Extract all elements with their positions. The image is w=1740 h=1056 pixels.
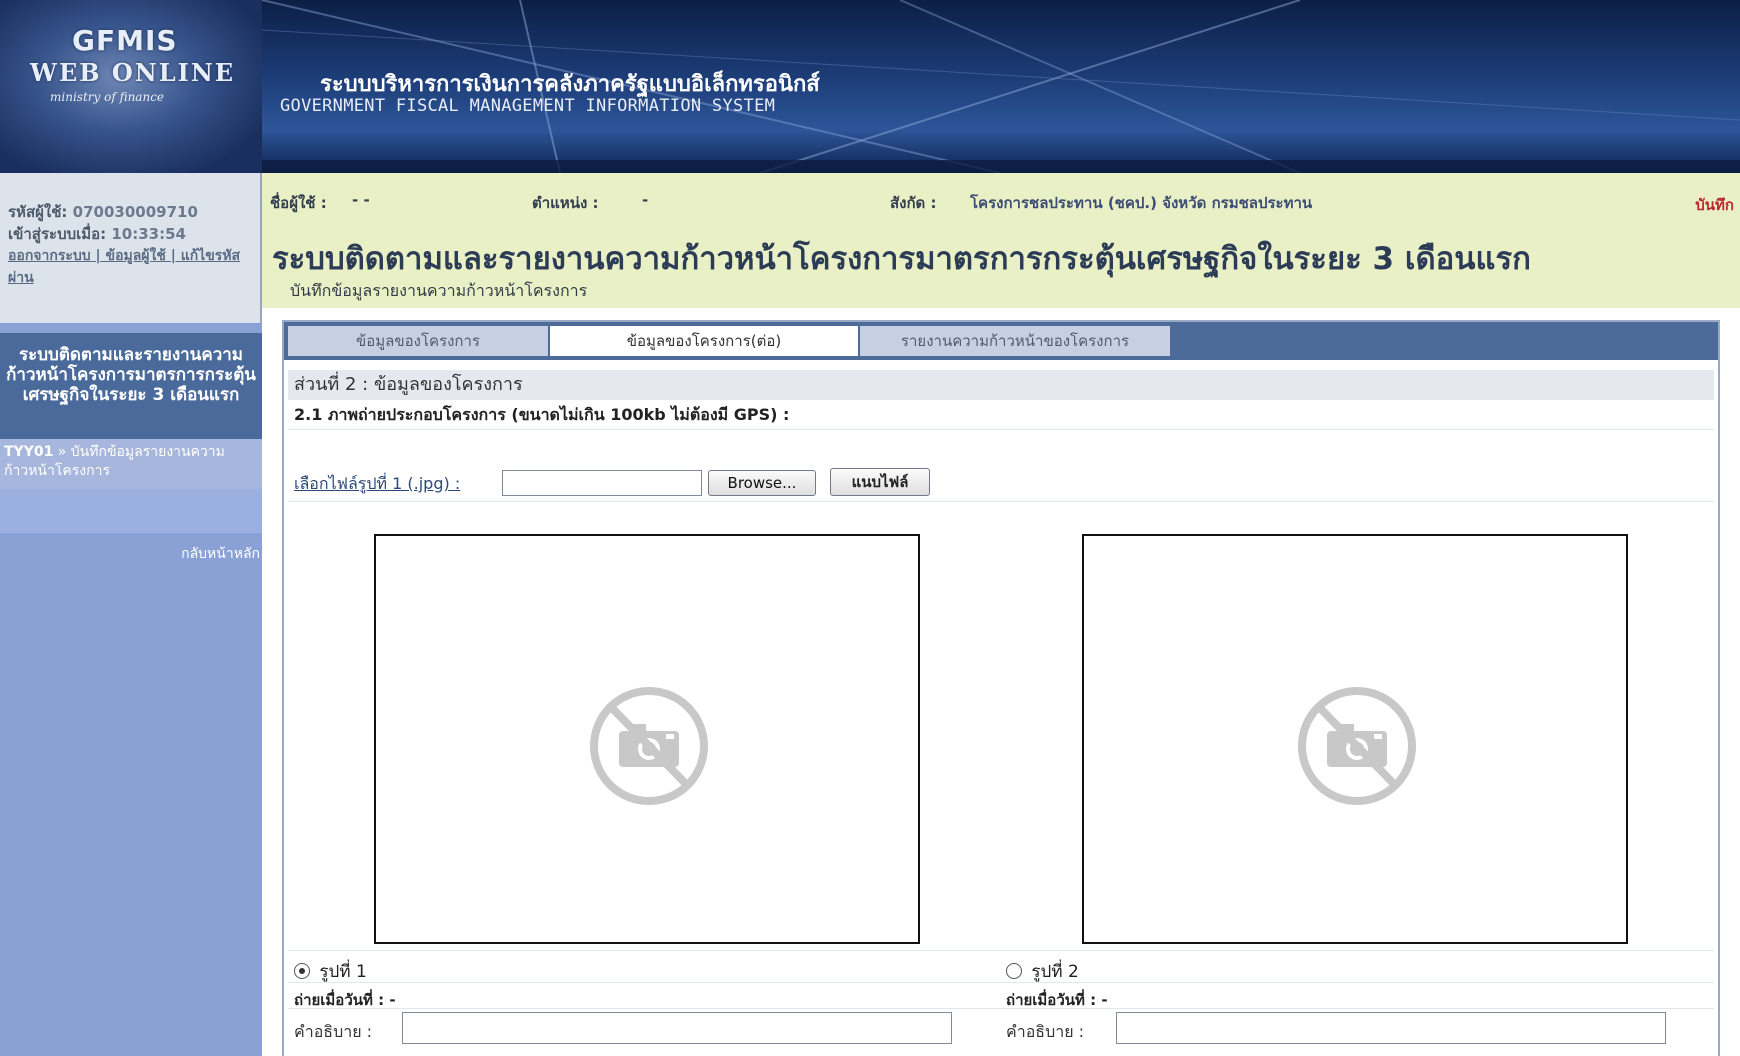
username-value: - -	[352, 191, 370, 209]
page-subtitle: บันทึกข้อมูลรายงานความก้าวหน้าโครงการ	[290, 281, 588, 300]
content-panel: ข้อมูลของโครงการ ข้อมูลของโครงการ(ต่อ) ร…	[282, 320, 1720, 1056]
section-heading: ส่วนที่ 2 : ข้อมูลของโครงการ	[288, 370, 1714, 400]
no-photo-icon	[590, 687, 708, 805]
upload-label[interactable]: เลือกไฟล์รูปที่ 1 (.jpg) :	[294, 472, 460, 497]
no-photo-icon	[1298, 687, 1416, 805]
logo-line2: WEB ONLINE	[30, 58, 236, 87]
user-id: 070030009710	[72, 203, 198, 221]
divider	[288, 950, 1714, 951]
attach-file-button[interactable]: แนบไฟล์	[830, 468, 930, 496]
section-subheading: 2.1 ภาพถ่ายประกอบโครงการ (ขนาดไม่เกิน 10…	[288, 400, 1714, 430]
page-title: ระบบติดตามและรายงานความก้าวหน้าโครงการมา…	[272, 241, 1531, 277]
user-id-row: รหัสผู้ใช้: 070030009710	[8, 201, 252, 223]
logo: GFMIS WEB ONLINE ministry of finance	[0, 0, 262, 173]
menu-code: TYY01	[4, 444, 54, 460]
header-banner: GFMIS WEB ONLINE ministry of finance ระบ…	[0, 0, 1740, 173]
dept-label: สังกัด :	[890, 194, 937, 212]
photo-2-desc-label: คำอธิบาย :	[1006, 1022, 1085, 1041]
photo-preview-1	[374, 534, 920, 944]
back-home-link[interactable]: กลับหน้าหลัก	[181, 543, 262, 565]
menu-title: ระบบติดตามและรายงานความก้าวหน้าโครงการมา…	[0, 333, 262, 439]
sidebar-item-tyy01[interactable]: TYY01 » บันทึกข้อมูลรายงานความก้าวหน้าโค…	[0, 439, 262, 489]
photo-2-description-input[interactable]	[1116, 1012, 1666, 1044]
file-input[interactable]	[502, 470, 702, 496]
page: GFMIS WEB ONLINE ministry of finance ระบ…	[0, 0, 1740, 1056]
save-link[interactable]: บันทึก	[1695, 193, 1734, 217]
tab-progress-report[interactable]: รายงานความก้าวหน้าของโครงการ	[860, 326, 1170, 356]
login-row: เข้าสู่ระบบเมื่อ: 10:33:54	[8, 223, 252, 245]
photo-2-radio-row[interactable]: รูปที่ 2	[1006, 958, 1079, 985]
divider	[288, 982, 1714, 983]
login-time: 10:33:54	[111, 225, 186, 243]
photo-preview-2	[1082, 534, 1628, 944]
menu-spacer	[0, 489, 262, 533]
photo-1-desc-label: คำอธิบาย :	[294, 1022, 373, 1041]
photo-2-radio[interactable]	[1006, 963, 1022, 979]
sidebar: รหัสผู้ใช้: 070030009710 เข้าสู่ระบบเมื่…	[0, 173, 262, 1056]
photo-1-radio-row[interactable]: รูปที่ 1	[294, 958, 367, 985]
tab-bar: ข้อมูลของโครงการ ข้อมูลของโครงการ(ต่อ) ร…	[284, 322, 1718, 360]
dept-value: โครงการชลประทาน (ชคป.) จังหวัด กรมชลประท…	[970, 194, 1313, 212]
photo-2-label: รูปที่ 2	[1031, 962, 1079, 982]
position-label: ตำแหน่ง :	[532, 194, 599, 212]
user-id-label: รหัสผู้ใช้:	[8, 203, 68, 221]
user-links-text[interactable]: ออกจากระบบ | ข้อมูลผู้ใช้ | แก้ไขรหัสผ่า…	[8, 248, 240, 286]
username-label: ชื่อผู้ใช้ :	[270, 194, 327, 212]
photo-1-radio[interactable]	[294, 963, 310, 979]
tab-project-info-cont[interactable]: ข้อมูลของโครงการ(ต่อ)	[550, 326, 858, 356]
photo-1-description-input[interactable]	[402, 1012, 952, 1044]
logo-line1: GFMIS	[72, 24, 178, 57]
divider	[288, 1008, 1714, 1009]
user-links: ออกจากระบบ | ข้อมูลผู้ใช้ | แก้ไขรหัสผ่า…	[8, 245, 252, 289]
info-bar: ชื่อผู้ใช้ : - - ตำแหน่ง : - สังกัด : โค…	[262, 173, 1740, 308]
position-value: -	[642, 191, 649, 209]
browse-button[interactable]: Browse...	[708, 470, 816, 496]
system-name-en: GOVERNMENT FISCAL MANAGEMENT INFORMATION…	[280, 96, 776, 116]
login-label: เข้าสู่ระบบเมื่อ:	[8, 225, 107, 243]
logo-line3: ministry of finance	[50, 90, 165, 104]
user-info: รหัสผู้ใช้: 070030009710 เข้าสู่ระบบเมื่…	[0, 173, 262, 323]
upload-row: เลือกไฟล์รูปที่ 1 (.jpg) : Browse... แนบ…	[288, 430, 1714, 502]
photo-1-label: รูปที่ 1	[319, 962, 367, 982]
tab-project-info[interactable]: ข้อมูลของโครงการ	[288, 326, 548, 356]
